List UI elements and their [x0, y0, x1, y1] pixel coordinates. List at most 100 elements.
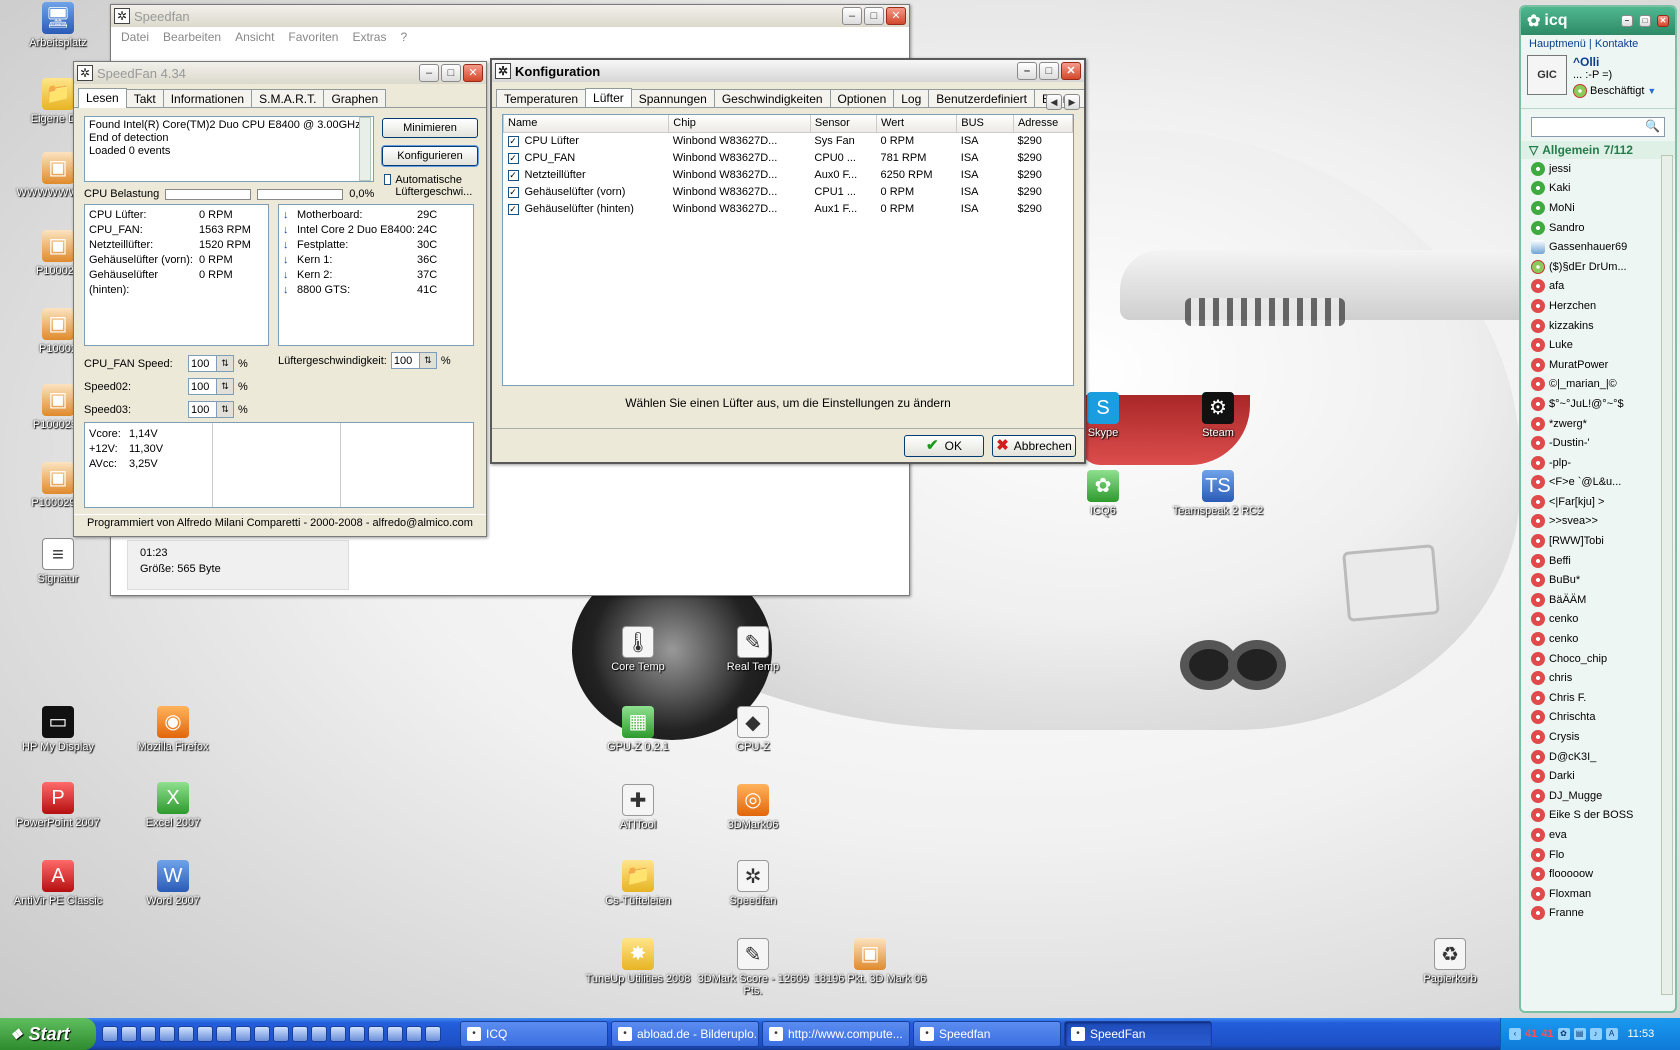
menu-item[interactable]: ? [400, 30, 407, 44]
main-menu-link[interactable]: Hauptmenü [1529, 38, 1586, 50]
tab-scroll-left-icon[interactable]: ◀ [1046, 94, 1062, 110]
column-header[interactable]: Name [503, 115, 670, 133]
contact-item[interactable]: Beffi [1521, 551, 1675, 571]
minimize-button[interactable]: – [1621, 15, 1633, 27]
contact-item[interactable]: Flo [1521, 845, 1675, 865]
contact-item[interactable]: Crysis [1521, 727, 1675, 747]
ok-button[interactable]: ✔ OK [904, 435, 984, 457]
contact-item[interactable]: afa [1521, 277, 1675, 297]
tab-lfter[interactable]: Lüfter [585, 88, 632, 107]
quick-launch-ati-icon[interactable] [349, 1026, 365, 1042]
status-message[interactable]: ... :-P =) [1573, 69, 1656, 81]
desktop-shortcut[interactable]: X Excel 2007 [113, 782, 233, 829]
menu-item[interactable]: Extras [352, 30, 386, 44]
quick-launch-folder-icon[interactable] [140, 1026, 156, 1042]
contact-item[interactable]: ©|_marian_|© [1521, 375, 1675, 395]
spinner-arrows-icon[interactable]: ⇅ [418, 353, 436, 368]
minimize-button[interactable]: – [842, 7, 862, 25]
desktop-shortcut[interactable]: 📁 Cs-Tüfteleien [578, 860, 698, 907]
desktop-shortcut[interactable]: W Word 2007 [113, 860, 233, 907]
table-row[interactable]: ✓ Gehäuselüfter (hinten) Winbond W83627D..… [504, 200, 1073, 217]
desktop-shortcut[interactable]: ▦ GPU-Z 0.2.1 [578, 706, 698, 753]
maximize-button[interactable]: □ [864, 7, 884, 25]
quick-launch-ie-icon[interactable] [121, 1026, 137, 1042]
tab-temperaturen[interactable]: Temperaturen [496, 89, 587, 107]
desktop-shortcut[interactable]: 🌡 Core Temp [578, 626, 698, 673]
log-box[interactable]: Found Intel(R) Core(TM)2 Duo CPU E8400 @… [84, 116, 374, 182]
speed-spinner[interactable]: 100 ⇅ [188, 355, 234, 372]
log-scrollbar[interactable] [359, 117, 371, 181]
tab-graphen[interactable]: Graphen [323, 89, 387, 107]
title-bar[interactable]: ✲ Speedfan – □ ✕ [111, 5, 909, 27]
avatar[interactable]: GIC [1527, 55, 1567, 95]
speed-spinner[interactable]: 100 ⇅ [188, 401, 234, 418]
menu-item[interactable]: Bearbeiten [163, 30, 221, 44]
quick-launch-media-icon[interactable] [197, 1026, 213, 1042]
tray-arrow-icon[interactable]: ‹ [1509, 1028, 1521, 1040]
desktop-shortcut[interactable]: ▣ 18196 Pkt. 3D Mark 06 [810, 938, 930, 985]
status-selector[interactable]: Beschäftigt ▼ [1573, 84, 1656, 98]
quick-launch-cs2-icon[interactable] [387, 1026, 403, 1042]
title-bar[interactable]: ✲ Konfiguration – □ ✕ [492, 60, 1084, 82]
volume-tray-icon[interactable]: ♪ [1589, 1028, 1602, 1040]
quick-launch-cs3-icon[interactable] [406, 1026, 422, 1042]
quick-launch-skype-icon[interactable] [292, 1026, 308, 1042]
tray-temp-1[interactable]: 41 [1525, 1028, 1537, 1040]
icq-window[interactable]: ✿ icq – □ ✕ Hauptmenü | Kontakte GIC ^Ol… [1519, 5, 1677, 1013]
contact-item[interactable]: >>svea>> [1521, 512, 1675, 532]
menu-item[interactable]: Datei [121, 30, 149, 44]
tab-informationen[interactable]: Informationen [162, 89, 253, 107]
menu-item[interactable]: Ansicht [235, 30, 274, 44]
contact-item[interactable]: Kaki [1521, 179, 1675, 199]
icq-tray-icon[interactable]: ✿ [1557, 1028, 1570, 1040]
taskbar-task-button[interactable]: • abload.de - Bilderuplo... [611, 1021, 759, 1047]
tab-log[interactable]: Log [893, 89, 930, 107]
fan-enabled-checkbox[interactable]: ✓ [507, 203, 519, 215]
icq-title-bar[interactable]: ✿ icq – □ ✕ [1521, 7, 1675, 35]
minimize-button[interactable]: – [419, 64, 439, 82]
contact-item[interactable]: BuBu* [1521, 570, 1675, 590]
contact-item[interactable]: *zwerg* [1521, 414, 1675, 434]
contact-item[interactable]: Choco_chip [1521, 649, 1675, 669]
contact-search-input[interactable]: 🔍 [1531, 117, 1665, 137]
speed-spinner[interactable]: 100 ⇅ [188, 378, 234, 395]
fan-enabled-checkbox[interactable]: ✓ [507, 169, 519, 181]
tab-geschwindigkeiten[interactable]: Geschwindigkeiten [713, 89, 831, 107]
quick-launch-photoshop-icon[interactable] [254, 1026, 270, 1042]
taskbar-task-button[interactable]: • SpeedFan [1064, 1021, 1212, 1047]
quick-launch-icq-icon[interactable] [273, 1026, 289, 1042]
quick-launch-firefox-icon[interactable] [216, 1026, 232, 1042]
contact-item[interactable]: <F>e `@L&u... [1521, 473, 1675, 493]
contact-list-scrollbar[interactable] [1661, 155, 1673, 995]
minimize-button[interactable]: – [1017, 62, 1037, 80]
fan-enabled-checkbox[interactable]: ✓ [507, 135, 519, 147]
table-row[interactable]: ✓ CPU Lüfter Winbond W83627D... Sys Fan 0 RP… [504, 132, 1073, 149]
desktop-shortcut[interactable]: ✎ 3DMark Score - 12609 Pts. [693, 938, 813, 997]
nickname[interactable]: ^Olli [1573, 55, 1656, 69]
desktop-shortcut[interactable]: ◆ CPU-Z [693, 706, 813, 753]
contact-item[interactable]: Sandro [1521, 218, 1675, 238]
contact-item[interactable]: Floxman [1521, 884, 1675, 904]
taskbar-task-button[interactable]: • Speedfan [913, 1021, 1061, 1047]
maximize-button[interactable]: □ [441, 64, 461, 82]
column-header[interactable]: Chip [668, 115, 811, 133]
desktop-shortcut[interactable]: P PowerPoint 2007 [0, 782, 118, 829]
contact-item[interactable]: cenko [1521, 629, 1675, 649]
tab-spannungen[interactable]: Spannungen [630, 89, 715, 107]
tab-takt[interactable]: Takt [125, 89, 164, 107]
contact-group-header[interactable]: ▽ Allgemein 7/112 [1521, 141, 1675, 159]
contact-item[interactable]: Chrischta [1521, 708, 1675, 728]
maximize-button[interactable]: □ [1039, 62, 1059, 80]
desktop-shortcut[interactable]: TS Teamspeak 2 RC2 [1158, 470, 1278, 517]
configure-button[interactable]: Konfigurieren [382, 146, 478, 166]
antivir-tray-icon[interactable]: A [1605, 1028, 1618, 1040]
maximize-button[interactable]: □ [1639, 15, 1651, 27]
desktop-shortcut[interactable]: A AntiVir PE Classic [0, 860, 118, 907]
contact-item[interactable]: Luke [1521, 335, 1675, 355]
contact-item[interactable]: jessi [1521, 159, 1675, 179]
contact-item[interactable]: -plp- [1521, 453, 1675, 473]
table-row[interactable]: ✓ Gehäuselüfter (vorn) Winbond W83627D... C… [504, 183, 1073, 200]
contact-item[interactable]: Darki [1521, 766, 1675, 786]
desktop-shortcut[interactable]: ✸ TuneUp Utilities 2008 [578, 938, 698, 985]
taskbar-task-button[interactable]: • http://www.compute... [762, 1021, 910, 1047]
